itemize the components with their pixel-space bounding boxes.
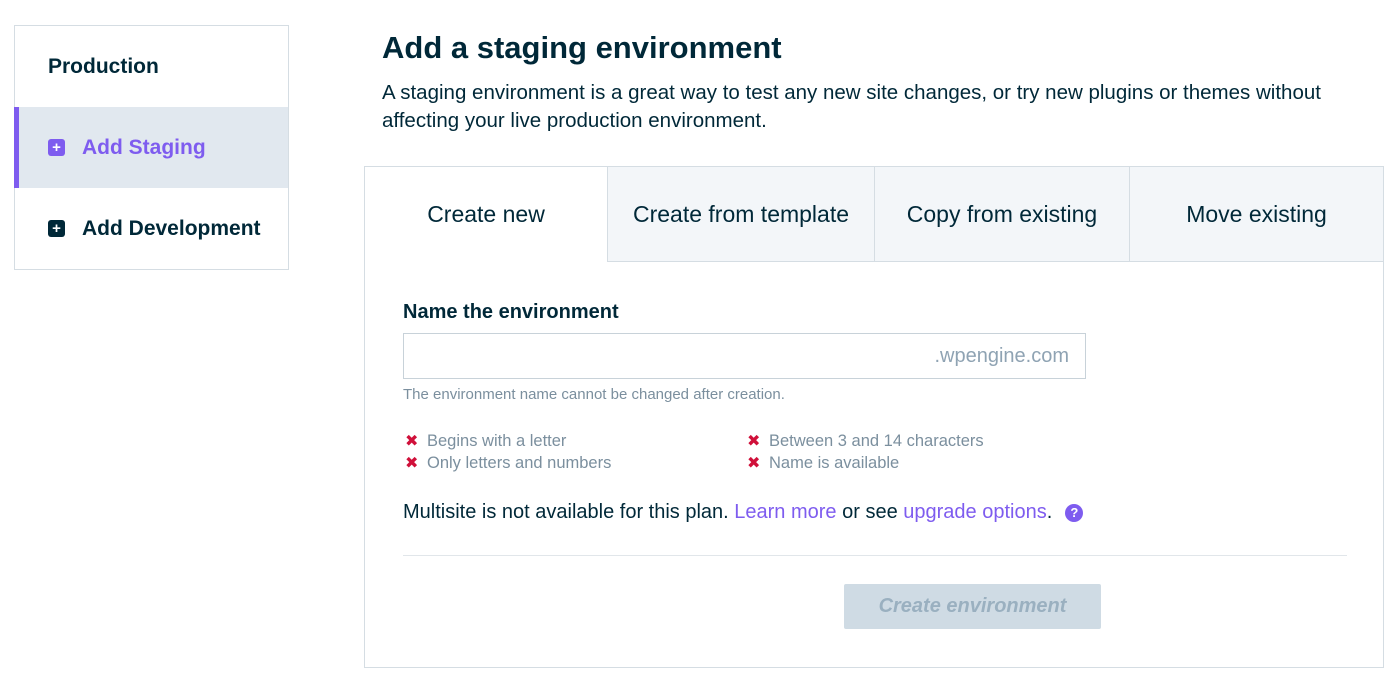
validation-rule-text: Begins with a letter xyxy=(427,431,567,450)
tab-create-new[interactable]: Create new xyxy=(365,167,607,262)
domain-suffix: .wpengine.com xyxy=(934,344,1069,367)
environment-name-input[interactable] xyxy=(404,334,935,378)
environment-name-field: .wpengine.com xyxy=(403,333,1086,379)
validation-rule: ✖ Begins with a letter xyxy=(405,431,747,451)
multisite-text-end: . xyxy=(1046,501,1053,523)
tab-bar: Create new Create from template Copy fro… xyxy=(365,167,1383,262)
page-title: Add a staging environment xyxy=(382,30,782,65)
create-environment-card: Create new Create from template Copy fro… xyxy=(364,166,1384,668)
environment-sidebar: Production + Add Staging + Add Developme… xyxy=(14,25,289,270)
divider xyxy=(403,555,1347,556)
validation-rule: ✖ Only letters and numbers xyxy=(405,453,747,473)
sidebar-item-add-staging[interactable]: + Add Staging xyxy=(14,107,288,188)
sidebar-item-label: Production xyxy=(48,54,159,78)
validation-rule-text: Only letters and numbers xyxy=(427,453,612,472)
multisite-text-middle: or see xyxy=(842,501,898,523)
plus-square-icon: + xyxy=(48,220,65,237)
sidebar-item-add-development[interactable]: + Add Development xyxy=(15,188,288,269)
question-circle-icon[interactable]: ? xyxy=(1065,503,1084,522)
plus-square-icon: + xyxy=(48,139,65,156)
x-mark-icon: ✖ xyxy=(747,455,761,472)
tab-create-from-template[interactable]: Create from template xyxy=(607,167,874,262)
validation-rule-text: Name is available xyxy=(769,453,900,472)
page-subtitle: A staging environment is a great way to … xyxy=(382,81,1321,132)
multisite-notice: Multisite is not available for this plan… xyxy=(403,501,1084,524)
environment-name-help-text: The environment name cannot be changed a… xyxy=(403,386,785,403)
multisite-text: Multisite is not available for this plan… xyxy=(403,501,729,523)
tab-copy-from-existing[interactable]: Copy from existing xyxy=(874,167,1129,262)
validation-rules: ✖ Begins with a letter ✖ Between 3 and 1… xyxy=(405,431,1045,473)
validation-rule: ✖ Name is available xyxy=(747,453,1047,473)
learn-more-link[interactable]: Learn more xyxy=(734,501,836,524)
tab-move-existing[interactable]: Move existing xyxy=(1129,167,1383,262)
x-mark-icon: ✖ xyxy=(405,433,419,450)
x-mark-icon: ✖ xyxy=(747,433,761,450)
upgrade-options-link[interactable]: upgrade options xyxy=(903,501,1046,524)
validation-rule-text: Between 3 and 14 characters xyxy=(769,431,984,450)
sidebar-item-production[interactable]: Production xyxy=(15,26,288,107)
environment-name-label: Name the environment xyxy=(403,301,619,323)
sidebar-item-label: Add Development xyxy=(82,216,261,240)
validation-rule: ✖ Between 3 and 14 characters xyxy=(747,431,1047,451)
sidebar-item-label: Add Staging xyxy=(82,135,206,159)
create-environment-button[interactable]: Create environment xyxy=(844,584,1101,629)
x-mark-icon: ✖ xyxy=(405,455,419,472)
